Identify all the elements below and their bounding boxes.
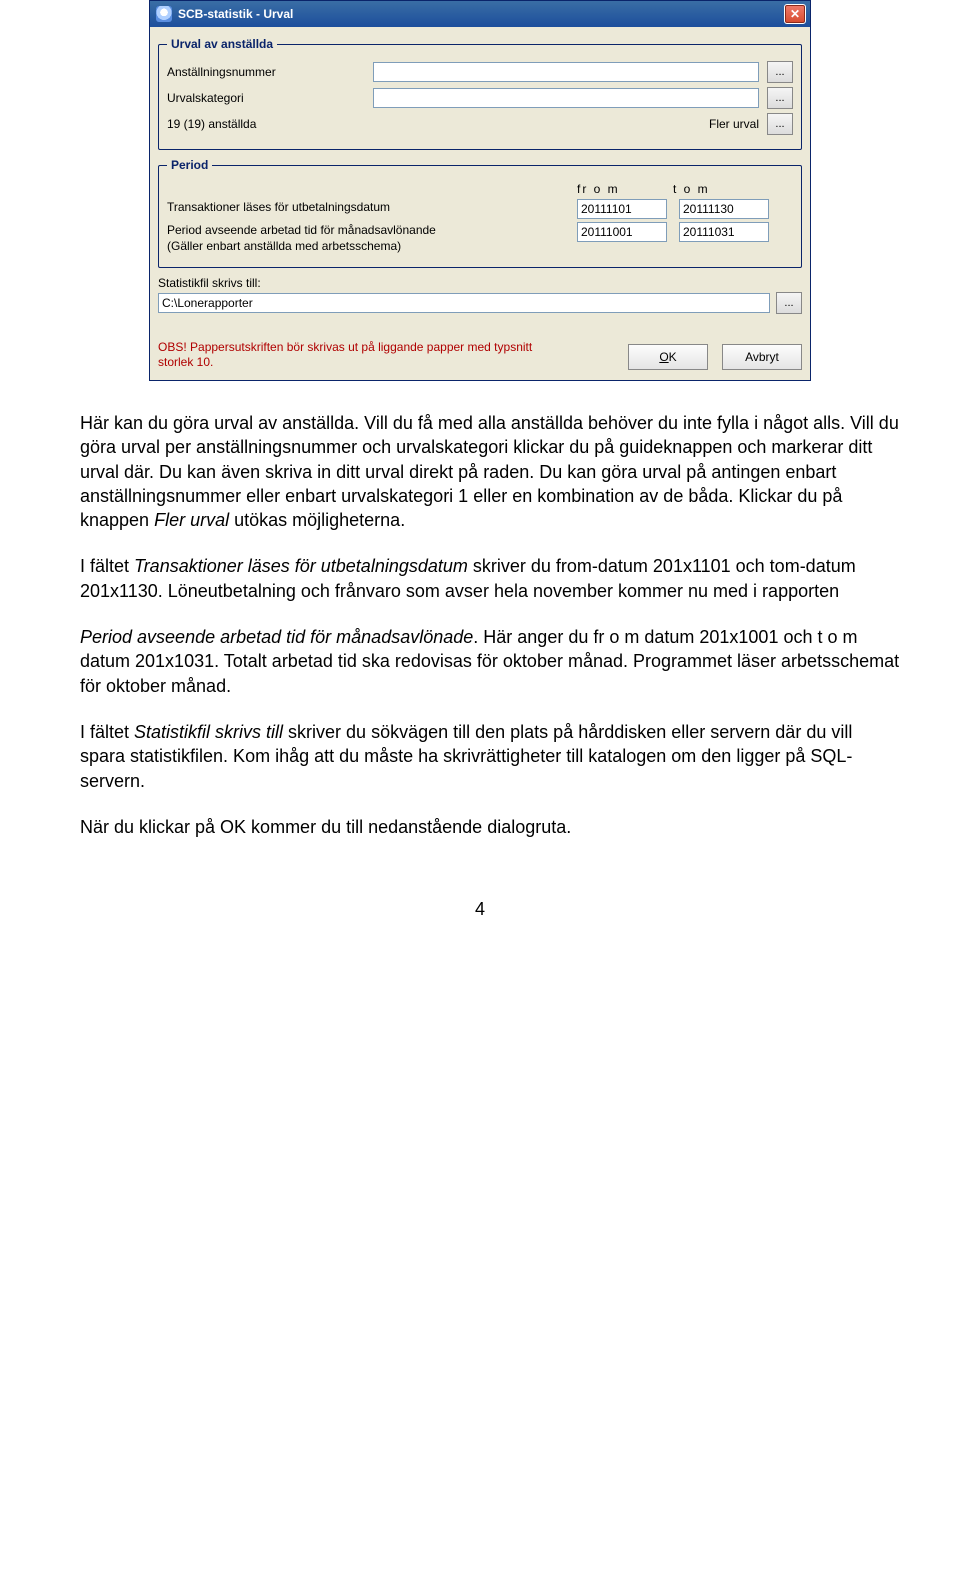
group-urval-av-anstallda: Urval av anställda Anställningsnummer ..… [158,37,802,150]
cancel-button[interactable]: Avbryt [722,344,802,370]
label-transaktioner: Transaktioner läses för utbetalningsdatu… [167,199,577,215]
browse-statistikfil-button[interactable]: ... [776,292,802,314]
input-trans-from[interactable] [577,199,667,219]
employee-count: 19 (19) anställda [167,117,256,131]
input-arbetad-to[interactable] [679,222,769,242]
browse-urvalskategori-button[interactable]: ... [767,87,793,109]
paragraph-5: När du klickar på OK kommer du till neda… [80,815,900,839]
paragraph-1: Här kan du göra urval av anställda. Vill… [80,411,900,532]
group-urval-legend: Urval av anställda [167,37,277,51]
ok-button[interactable]: OK [628,344,708,370]
ellipsis-icon: ... [775,118,784,130]
input-arbetad-from[interactable] [577,222,667,242]
close-button[interactable]: ✕ [784,4,806,24]
input-statistikfil[interactable] [158,293,770,313]
ellipsis-icon: ... [775,92,784,104]
column-header-from: fr o m [577,182,673,196]
window-title: SCB-statistik - Urval [178,7,784,21]
document-body: Här kan du göra urval av anställda. Vill… [0,411,960,839]
label-arbetad-tid: Period avseende arbetad tid för månadsav… [167,222,577,254]
titlebar: SCB-statistik - Urval ✕ [150,1,810,27]
page-number: 4 [0,899,960,920]
app-icon [156,6,172,22]
ellipsis-icon: ... [775,66,784,78]
ellipsis-icon: ... [784,297,793,309]
close-icon: ✕ [790,7,800,21]
paragraph-3: Period avseende arbetad tid för månadsav… [80,625,900,698]
fler-urval-button[interactable]: ... [767,113,793,135]
label-fler-urval: Fler urval [709,117,759,131]
group-period-legend: Period [167,158,212,172]
group-period: Period fr o m t o m Transaktioner läses … [158,158,802,268]
label-urvalskategori: Urvalskategori [167,91,367,105]
warning-text: OBS! Pappersutskriften bör skrivas ut på… [158,340,558,370]
label-statistikfil: Statistikfil skrivs till: [158,276,802,290]
input-trans-to[interactable] [679,199,769,219]
input-urvalskategori[interactable] [373,88,759,108]
ok-button-rest: K [669,350,677,364]
browse-anstallningsnummer-button[interactable]: ... [767,61,793,83]
dialog-scb-statistik: SCB-statistik - Urval ✕ Urval av anställ… [149,0,811,381]
input-anstallningsnummer[interactable] [373,62,759,82]
label-anstallningsnummer: Anställningsnummer [167,65,367,79]
paragraph-4: I fältet Statistikfil skrivs till skrive… [80,720,900,793]
column-header-to: t o m [673,182,769,196]
paragraph-2: I fältet Transaktioner läses för utbetal… [80,554,900,603]
